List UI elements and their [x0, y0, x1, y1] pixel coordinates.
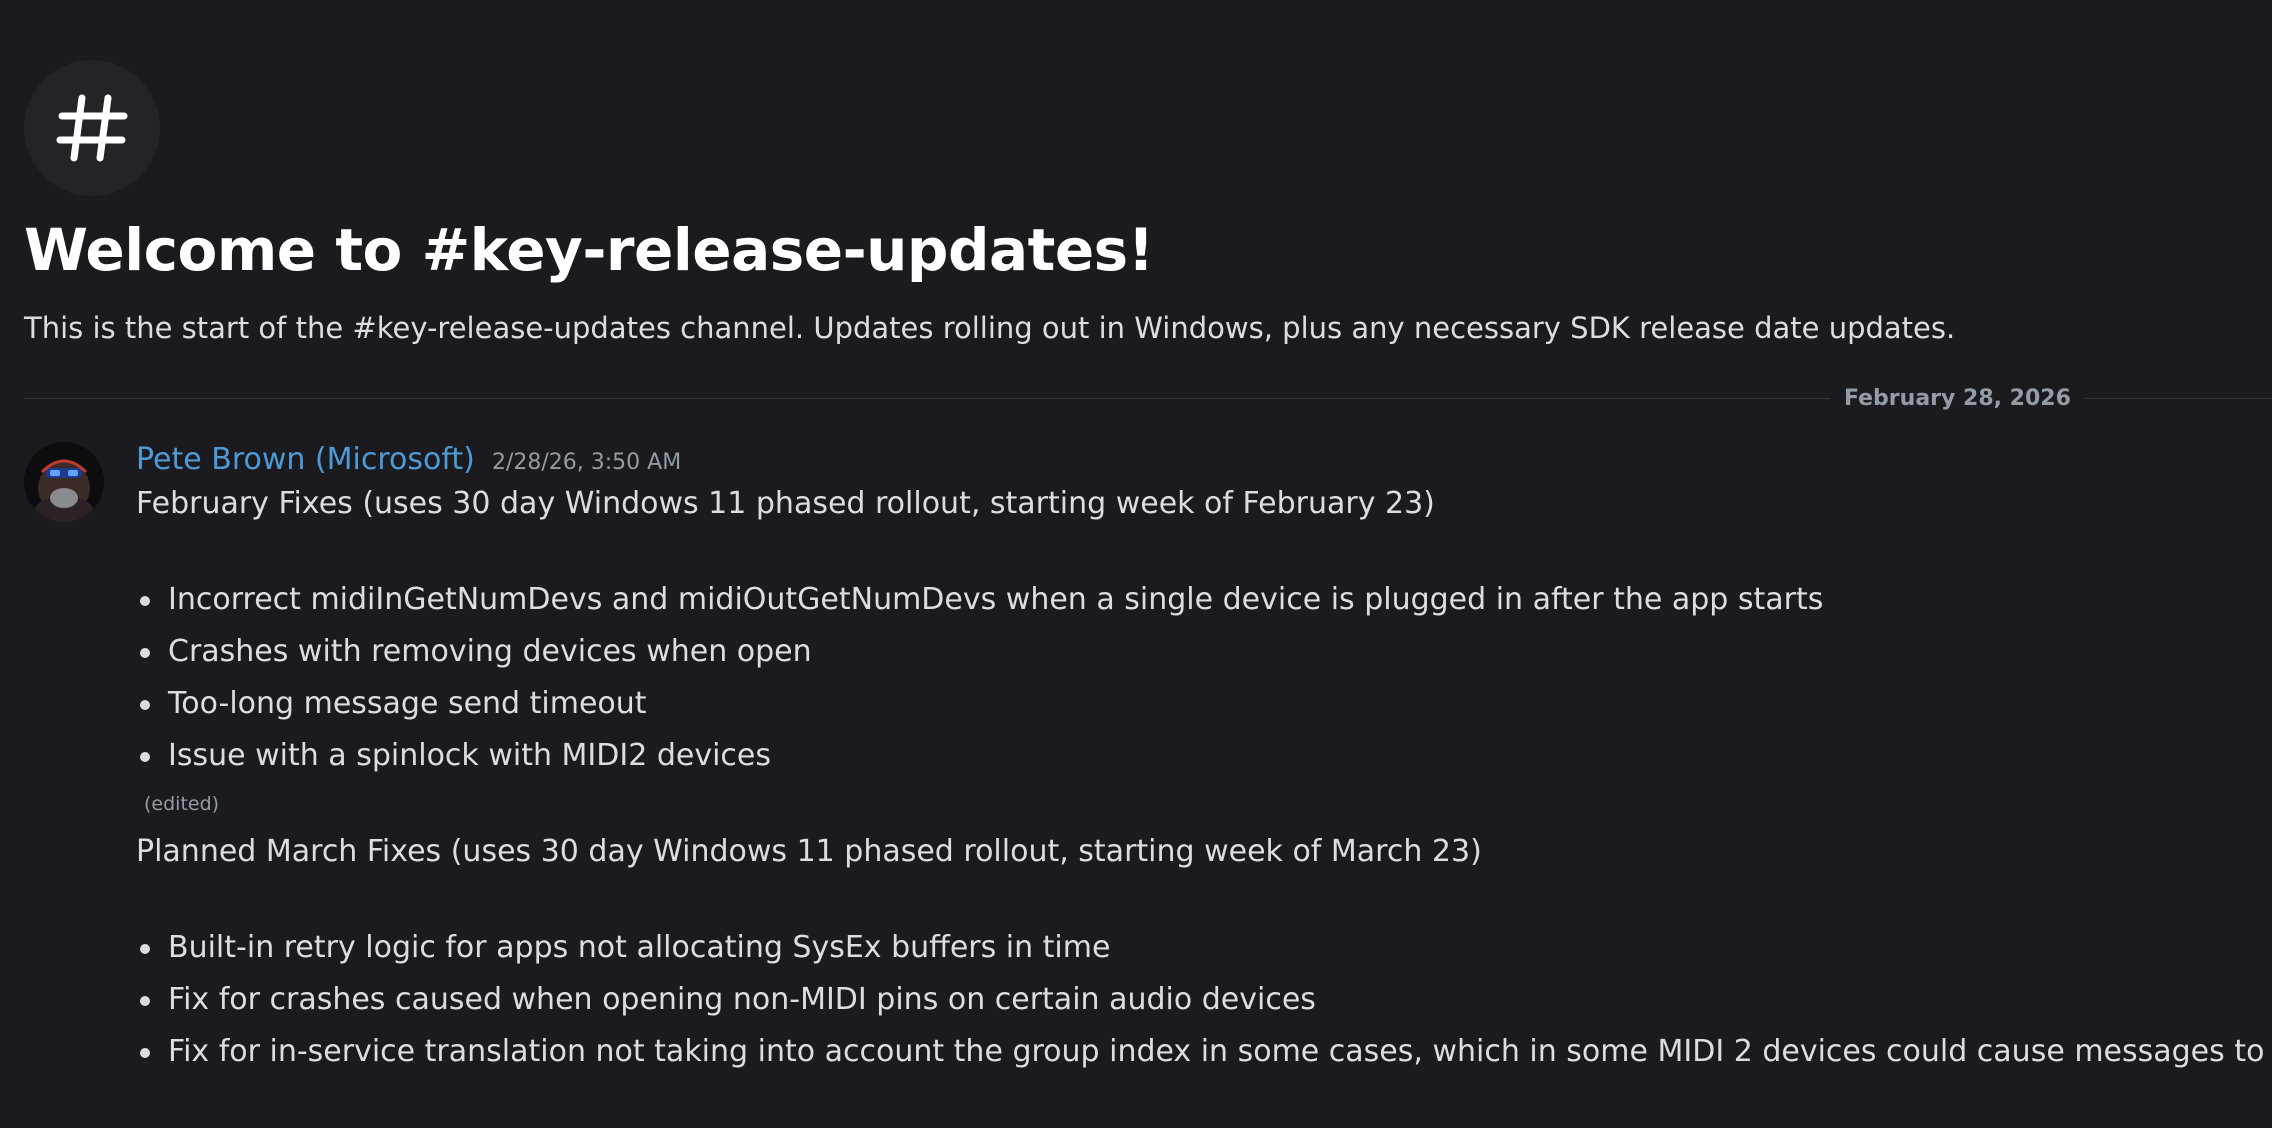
list-item: Built-in retry logic for apps not alloca…	[136, 928, 2236, 980]
list-item: Issue with a spinlock with MIDI2 devices	[136, 736, 2236, 788]
message-content: February Fixes (uses 30 day Windows 11 p…	[136, 484, 2272, 1084]
message-header: Pete Brown (Microsoft) 2/28/26, 3:50 AM	[136, 440, 681, 484]
february-fixes-list: Incorrect midiInGetNumDevs and midiOutGe…	[136, 580, 2236, 788]
channel-welcome-title: Welcome to #key-release-updates!	[24, 216, 1154, 284]
march-fixes-list: Built-in retry logic for apps not alloca…	[136, 928, 2272, 1084]
avatar-image	[24, 442, 104, 522]
list-item: Crashes with removing devices when open	[136, 632, 2236, 684]
date-divider-label: February 28, 2026	[1830, 384, 2085, 414]
list-item: Too-long message send timeout	[136, 684, 2236, 736]
hashtag-icon	[56, 94, 128, 162]
user-avatar[interactable]	[24, 442, 104, 522]
section-heading-march: Planned March Fixes (uses 30 day Windows…	[136, 834, 1482, 869]
channel-hashtag-icon	[24, 60, 160, 196]
list-item: Incorrect midiInGetNumDevs and midiOutGe…	[136, 580, 2236, 632]
section-heading-february: February Fixes (uses 30 day Windows 11 p…	[136, 486, 1435, 521]
message-author[interactable]: Pete Brown (Microsoft)	[136, 442, 475, 477]
channel-description: This is the start of the #key-release-up…	[24, 311, 1956, 345]
edited-label[interactable]: (edited)	[144, 790, 2236, 818]
message-timestamp[interactable]: 2/28/26, 3:50 AM	[492, 450, 681, 475]
list-item: Fix for in-service translation not takin…	[136, 1032, 2272, 1084]
list-item: Fix for crashes caused when opening non-…	[136, 980, 2236, 1032]
